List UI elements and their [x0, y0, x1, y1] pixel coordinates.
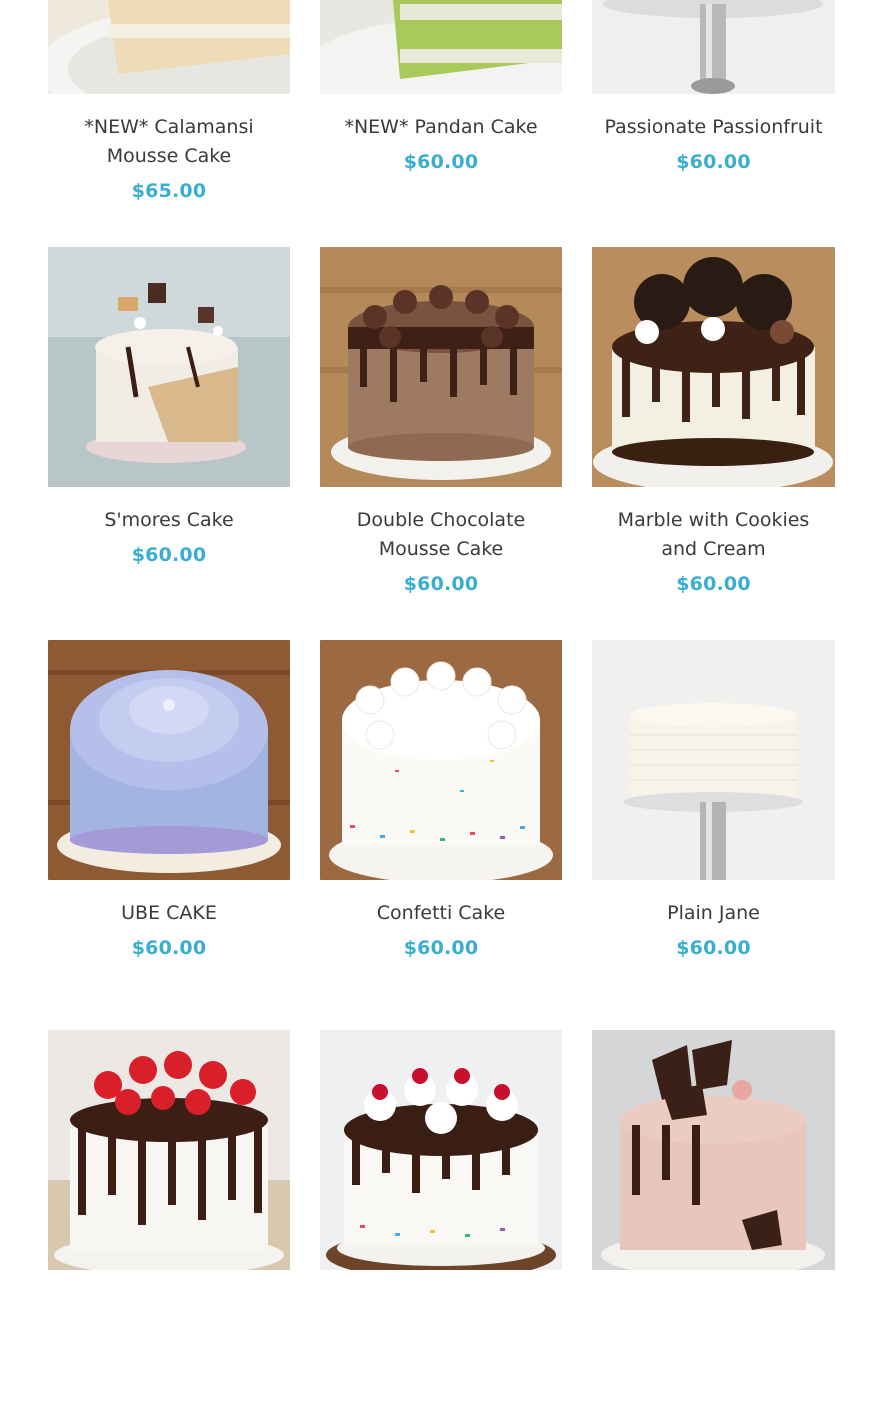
product-price: $60.00	[403, 151, 479, 173]
product-image[interactable]	[592, 1030, 835, 1270]
product-card[interactable]: *NEW* Pandan Cake $60.00	[320, 0, 562, 247]
product-image[interactable]	[592, 0, 835, 94]
product-card[interactable]: Marble with Cookies and Cream $60.00	[592, 247, 835, 640]
product-image[interactable]	[320, 0, 562, 94]
product-price: $60.00	[676, 573, 751, 595]
product-image[interactable]	[320, 640, 562, 880]
product-image[interactable]	[48, 640, 290, 880]
product-card[interactable]: UBE CAKE $60.00	[48, 640, 290, 1033]
product-card[interactable]: Double Chocolate Mousse Cake $60.00	[320, 247, 562, 640]
product-name[interactable]: S'mores Cake	[98, 506, 239, 535]
product-image[interactable]	[48, 1030, 290, 1270]
product-card[interactable]: S'mores Cake $60.00	[48, 247, 290, 640]
product-price: $60.00	[676, 937, 751, 959]
product-price: $60.00	[131, 937, 207, 959]
product-name[interactable]: Plain Jane	[661, 899, 766, 928]
product-image[interactable]	[48, 0, 290, 94]
product-name[interactable]: Passionate Passionfruit	[598, 113, 828, 142]
product-price: $60.00	[403, 573, 479, 595]
product-grid: *NEW* Calamansi Mousse Cake $65.00 *NEW*…	[48, 0, 835, 1423]
product-card[interactable]: Plain Jane $60.00	[592, 640, 835, 1033]
product-name[interactable]: *NEW* Calamansi Mousse Cake	[48, 113, 290, 171]
product-image[interactable]	[320, 247, 562, 487]
product-image[interactable]	[48, 247, 290, 487]
product-name[interactable]: Double Chocolate Mousse Cake	[320, 506, 562, 564]
product-price: $60.00	[676, 151, 751, 173]
product-name[interactable]: Confetti Cake	[371, 899, 511, 928]
product-card[interactable]	[592, 1030, 835, 1423]
product-image[interactable]	[592, 247, 835, 487]
product-card[interactable]	[48, 1030, 290, 1423]
product-image[interactable]	[592, 640, 835, 880]
product-name[interactable]: *NEW* Pandan Cake	[338, 113, 543, 142]
product-price: $60.00	[403, 937, 479, 959]
product-card[interactable]: *NEW* Calamansi Mousse Cake $65.00	[48, 0, 290, 247]
product-image[interactable]	[320, 1030, 562, 1270]
product-card[interactable]: Passionate Passionfruit $60.00	[592, 0, 835, 247]
product-card[interactable]	[320, 1030, 562, 1423]
product-price: $65.00	[131, 180, 207, 202]
product-card[interactable]: Confetti Cake $60.00	[320, 640, 562, 1033]
product-name[interactable]: Marble with Cookies and Cream	[592, 506, 835, 564]
product-name[interactable]: UBE CAKE	[115, 899, 223, 928]
product-price: $60.00	[131, 544, 207, 566]
